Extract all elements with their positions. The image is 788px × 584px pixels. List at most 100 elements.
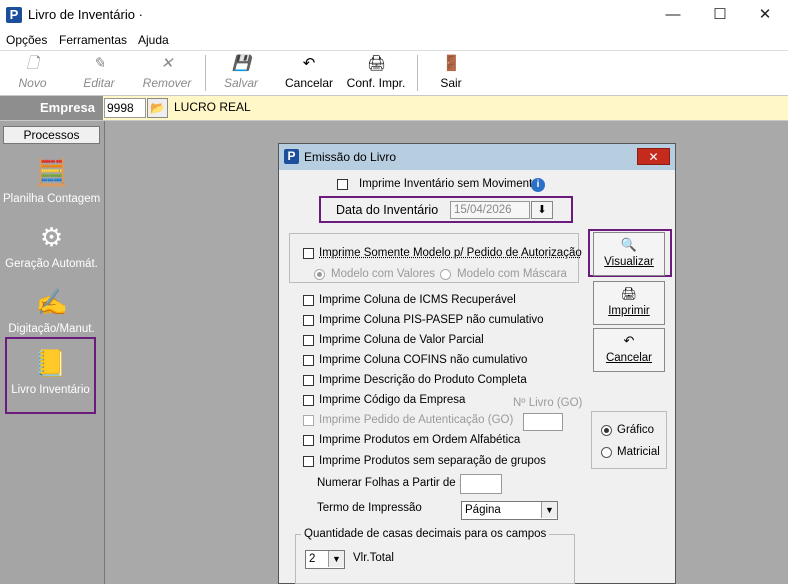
data-inventario-input[interactable]: 15/04/2026 — [450, 201, 530, 219]
imprime-sem-movimento-label: Imprime Inventário sem Movimento — [359, 178, 539, 190]
exit-door-icon: 🚪 — [442, 55, 461, 72]
date-picker-button[interactable]: ⬇ — [531, 201, 553, 219]
salvar-button[interactable]: 💾 Salvar — [218, 51, 264, 95]
numerar-folhas-input[interactable] — [460, 474, 502, 494]
empresa-label-box: Empresa — [0, 96, 103, 120]
ordem-alfabetica-checkbox[interactable] — [303, 435, 314, 446]
option-label: Imprime Pedido de Autenticação (GO) — [319, 414, 514, 426]
matricial-radio[interactable] — [601, 447, 612, 458]
termo-impressao-select[interactable]: Página ▼ — [461, 501, 558, 520]
maximize-button[interactable]: ☐ — [697, 0, 743, 30]
salvar-label: Salvar — [223, 76, 258, 90]
data-inventario-group: Data do Inventário 15/04/2026 ⬇ — [319, 196, 573, 223]
decimais-select[interactable]: 2 ▼ — [305, 550, 345, 569]
toolbar: 🗋 Novo ✎ Editar ✕ Remover 💾 Salvar ↶ Can… — [0, 50, 788, 94]
valor-parcial-checkbox[interactable] — [303, 335, 314, 346]
sair-button[interactable]: 🚪 Sair — [434, 51, 468, 95]
decimais-value: 2 — [309, 553, 316, 565]
conf-impr-button[interactable]: 🖨 Conf. Impr. — [344, 51, 408, 95]
editar-button[interactable]: ✎ Editar — [75, 51, 123, 95]
option-label: Imprime Produtos em Ordem Alfabética — [319, 434, 521, 446]
data-inventario-label: Data do Inventário — [336, 203, 439, 217]
sidebar-item-livro-inventario[interactable]: 📒 Livro Inventário — [5, 337, 96, 414]
icms-recuperavel-checkbox[interactable] — [303, 295, 314, 306]
new-document-icon: 🗋 — [26, 55, 39, 72]
imprimir-button[interactable]: 🖨 Imprimir — [593, 281, 665, 325]
imprime-sem-movimento-checkbox[interactable] — [337, 179, 348, 190]
nro-livro-label: Nº Livro (GO) — [513, 397, 583, 409]
numerar-folhas-label: Numerar Folhas a Partir de : — [317, 477, 463, 489]
app-icon: P — [6, 7, 22, 23]
chevron-down-icon: ▼ — [541, 502, 557, 518]
dialog-close-button[interactable]: ✕ — [637, 148, 670, 165]
empresa-code-input[interactable]: 9998 — [104, 98, 146, 118]
window-title: Livro de Inventário · — [28, 7, 143, 22]
option-label: Imprime Coluna de ICMS Recuperável — [319, 294, 516, 306]
somente-modelo-checkbox[interactable] — [303, 248, 314, 259]
menu-opcoes[interactable]: Opções — [6, 33, 47, 47]
emissao-livro-dialog: P Emissão do Livro ✕ Imprime Inventário … — [278, 143, 676, 584]
empresa-label: Empresa — [40, 100, 95, 115]
cancelar-button[interactable]: ↶ Cancelar — [593, 328, 665, 372]
option-label: Imprime Coluna de Valor Parcial — [319, 334, 484, 346]
delete-icon: ✕ — [160, 55, 174, 72]
window-titlebar: P Livro de Inventário · — ☐ ✕ — [0, 0, 788, 30]
remover-button[interactable]: ✕ Remover — [140, 51, 194, 95]
calculator-icon: 🧮 — [35, 157, 68, 187]
modelo-mascara-radio[interactable] — [440, 269, 451, 280]
undo-icon: ↶ — [623, 333, 635, 348]
toolbar-separator — [417, 55, 418, 91]
sidebar-item-planilha-contagem[interactable]: 🧮 Planilha Contagem — [3, 156, 100, 216]
preview-magnifier-icon: 🔍 — [620, 237, 638, 252]
menu-ajuda[interactable]: Ajuda — [138, 33, 169, 47]
option-label: Imprime Coluna COFINS não cumulativo — [319, 354, 528, 366]
option-label: Imprime Produtos sem separação de grupos — [319, 455, 546, 467]
sidebar-item-label: Planilha Contagem — [3, 193, 101, 205]
empresa-name: LUCRO REAL — [174, 100, 251, 114]
sidebar-item-label: Livro Inventário — [11, 384, 90, 396]
grafico-radio[interactable] — [601, 425, 612, 436]
option-label: Imprime Coluna PIS-PASEP não cumulativo — [319, 314, 544, 326]
somente-modelo-label: Imprime Somente Modelo p/ Pedido de Auto… — [319, 247, 582, 259]
minimize-button[interactable]: — — [650, 0, 696, 30]
termo-impressao-label: Termo de Impressão — [317, 502, 422, 514]
info-icon[interactable]: i — [531, 178, 545, 192]
undo-icon: ↶ — [302, 55, 316, 72]
ledger-book-icon: 📒 — [34, 348, 67, 378]
grafico-label: Gráfico — [617, 424, 655, 436]
nro-livro-input[interactable] — [523, 413, 563, 431]
visualizar-button[interactable]: 🔍 Visualizar — [593, 232, 665, 276]
termo-impressao-value: Página — [465, 504, 501, 516]
vlr-total-label: Vlr.Total — [353, 552, 394, 564]
sidebar-item-geracao-automat[interactable]: ⚙ Geração Automát. — [3, 221, 100, 281]
descricao-completa-checkbox[interactable] — [303, 375, 314, 386]
empresa-bar: Empresa 9998 📂 LUCRO REAL — [0, 95, 788, 121]
folder-open-icon[interactable]: 📂 — [147, 98, 168, 118]
pedido-autenticacao-checkbox[interactable] — [303, 415, 314, 426]
option-label: Imprime Descrição do Produto Completa — [319, 374, 527, 386]
remover-label: Remover — [142, 76, 192, 90]
sair-label: Sair — [440, 76, 462, 90]
codigo-empresa-checkbox[interactable] — [303, 395, 314, 406]
writing-hand-icon: ✍ — [35, 287, 68, 317]
processos-panel: Processos 🧮 Planilha Contagem ⚙ Geração … — [0, 121, 104, 584]
sidebar-item-label: Digitação/Manut. — [8, 323, 95, 335]
matricial-label: Matricial — [617, 446, 660, 458]
visualizar-label: Visualizar — [604, 256, 654, 268]
chevron-down-icon: ▼ — [328, 551, 344, 567]
dialog-titlebar: P Emissão do Livro ✕ — [279, 144, 675, 170]
edit-icon: ✎ — [92, 55, 106, 72]
novo-label: Novo — [18, 76, 47, 90]
modelo-valores-radio[interactable] — [314, 269, 325, 280]
toolbar-separator — [205, 55, 206, 91]
cofins-checkbox[interactable] — [303, 355, 314, 366]
pis-pasep-checkbox[interactable] — [303, 315, 314, 326]
cancelar-toolbar-button[interactable]: ↶ Cancelar — [282, 51, 336, 95]
modelo-valores-label: Modelo com Valores — [331, 268, 435, 280]
menu-ferramentas[interactable]: Ferramentas — [59, 33, 127, 47]
close-window-button[interactable]: ✕ — [742, 0, 788, 30]
sem-separacao-grupos-checkbox[interactable] — [303, 456, 314, 467]
output-type-group — [591, 411, 667, 469]
novo-button[interactable]: 🗋 Novo — [10, 51, 55, 95]
cancelar-label: Cancelar — [284, 76, 334, 90]
